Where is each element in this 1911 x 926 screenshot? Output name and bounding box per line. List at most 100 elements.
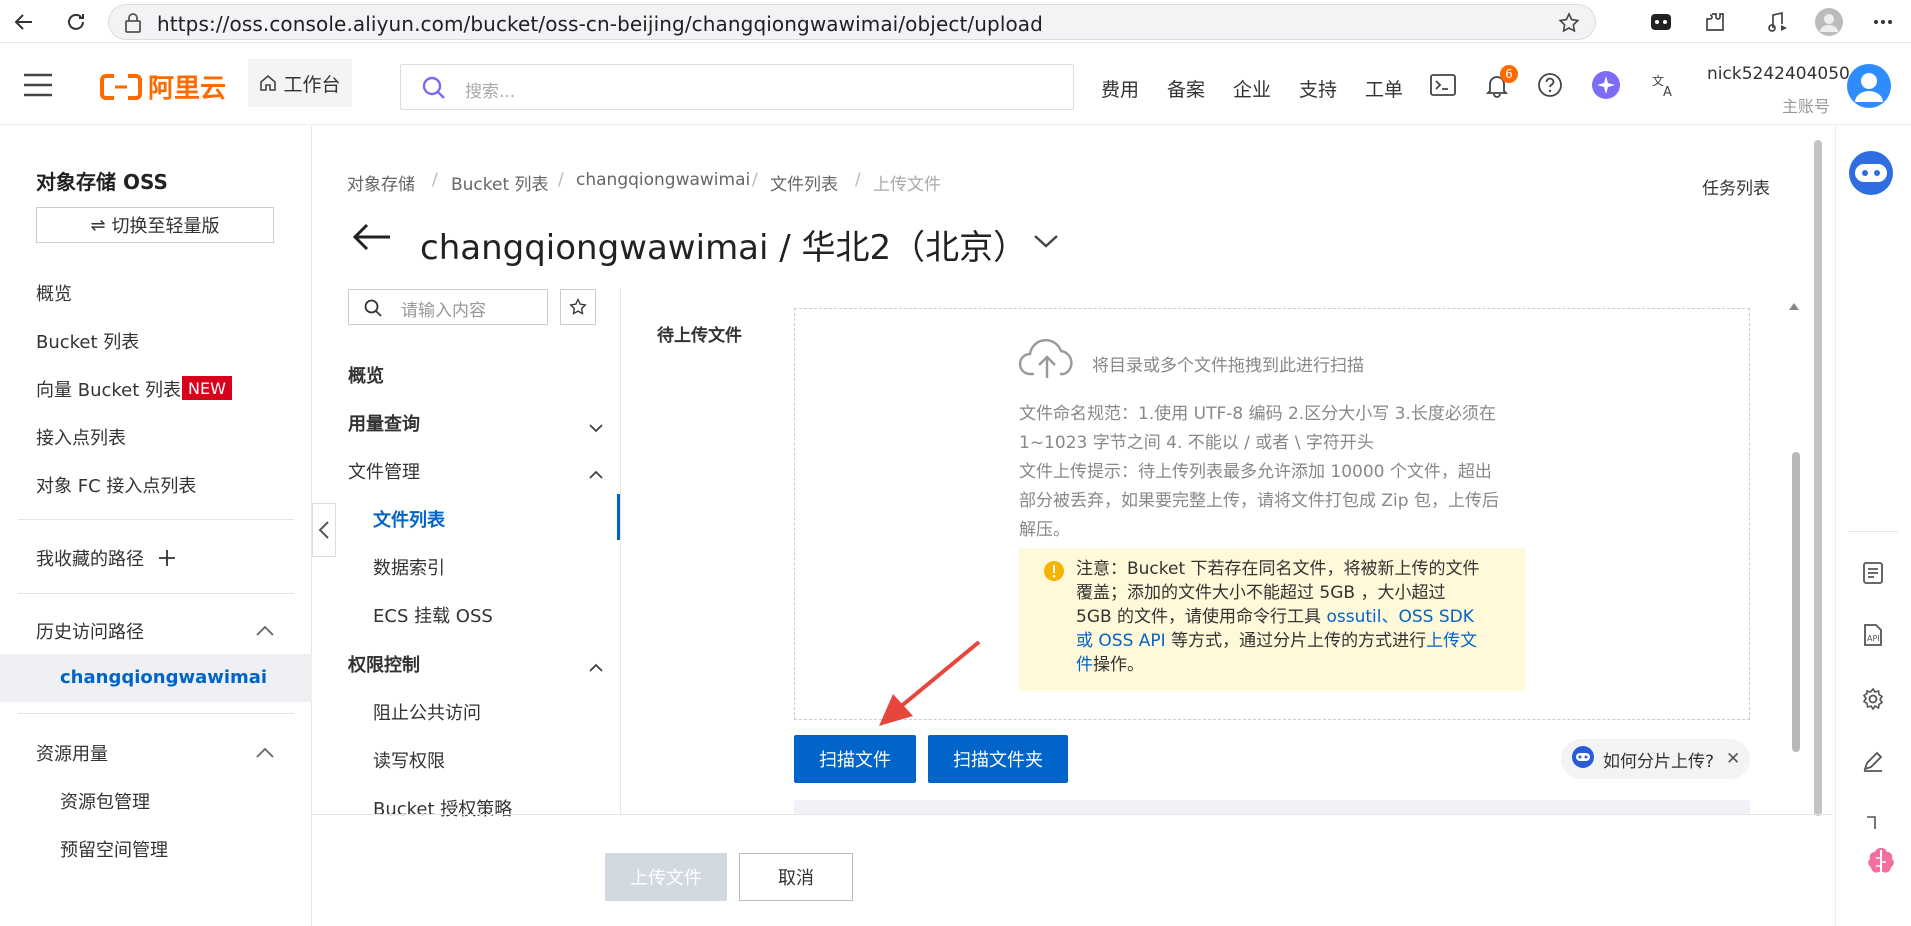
chevron-up-icon[interactable] (588, 465, 604, 485)
breadcrumb-file-list[interactable]: 文件列表 (770, 170, 838, 195)
upload-files-button[interactable]: 上传文件 (605, 853, 727, 901)
assistant-robot-icon[interactable] (1846, 150, 1896, 201)
terminal-icon[interactable] (1430, 74, 1456, 101)
add-favorite-icon[interactable] (157, 548, 177, 573)
media-control-icon[interactable] (1764, 8, 1792, 36)
breadcrumb-bucket-list[interactable]: Bucket 列表 (451, 170, 549, 195)
scan-folder-button[interactable]: 扫描文件夹 (928, 735, 1068, 783)
breadcrumb-oss[interactable]: 对象存储 (347, 170, 415, 195)
language-translate-icon[interactable]: 文A (1651, 72, 1677, 103)
subnav-file-management[interactable]: 文件管理 (348, 458, 420, 484)
scan-files-button[interactable]: 扫描文件 (794, 735, 916, 783)
sidebar-item-bucket-list[interactable]: Bucket 列表 (36, 328, 139, 354)
subnav-data-index[interactable]: 数据索引 (373, 554, 445, 580)
star-icon (569, 297, 587, 315)
help-icon[interactable] (1537, 72, 1563, 103)
warning-box: 注意：Bucket 下若存在同名文件，将被新上传的文件 覆盖；添加的文件大小不能… (1019, 548, 1525, 691)
settings-gear-icon[interactable] (1858, 684, 1888, 714)
ai-brain-icon[interactable] (1864, 844, 1898, 883)
subnav-bucket-policy[interactable]: Bucket 授权策略 (373, 795, 512, 821)
subnav-ecs-mount[interactable]: ECS 挂载 OSS (373, 602, 493, 628)
divider (18, 713, 294, 714)
address-bar[interactable]: https://oss.console.aliyun.com/bucket/os… (108, 4, 1596, 40)
scrollbar-thumb[interactable] (1792, 452, 1800, 752)
user-avatar[interactable] (1847, 64, 1891, 113)
more-menu-icon[interactable] (1869, 8, 1897, 36)
subnav-rw-permission[interactable]: 读写权限 (373, 747, 445, 773)
chevron-left-icon (318, 521, 329, 539)
favorites-label: 我收藏的路径 (36, 549, 144, 570)
pending-files-label: 待上传文件 (657, 326, 742, 346)
workbench-button[interactable]: 工作台 (248, 59, 352, 107)
nav-filing[interactable]: 备案 (1167, 75, 1205, 102)
back-arrow-icon[interactable] (352, 222, 392, 257)
oss-api-link[interactable]: 或 OSS API (1076, 631, 1166, 651)
scroll-up-icon[interactable] (1788, 296, 1800, 316)
cancel-button[interactable]: 取消 (739, 853, 853, 901)
profile-avatar-icon[interactable] (1815, 8, 1843, 36)
back-icon[interactable] (10, 8, 38, 36)
account-type: 主账号 (1782, 97, 1831, 116)
hamburger-menu-icon[interactable] (22, 72, 54, 103)
subnav-overview[interactable]: 概览 (348, 362, 384, 388)
subnav-block-public-access[interactable]: 阻止公共访问 (373, 699, 481, 725)
swap-icon: ⇌ (90, 214, 106, 236)
resource-usage-label[interactable]: 资源用量 (36, 740, 108, 766)
ai-assistant-icon[interactable] (1591, 70, 1621, 105)
sidebar-item-reserved-space[interactable]: 预留空间管理 (60, 836, 168, 862)
subnav-permission[interactable]: 权限控制 (348, 651, 420, 677)
page-title: changqiongwawimai / 华北2（北京） (420, 228, 1028, 268)
username[interactable]: nick5242404050 (1707, 64, 1850, 84)
page-scrollbar[interactable] (1814, 140, 1822, 816)
api-document-icon[interactable]: API (1858, 620, 1888, 650)
left-sidebar: 对象存储 OSS ⇌ 切换至轻量版 概览 Bucket 列表 向量 Bucket… (0, 126, 312, 926)
robot-icon (1571, 745, 1595, 774)
nav-fees[interactable]: 费用 (1101, 75, 1139, 102)
refresh-icon[interactable] (62, 8, 90, 36)
sidebar-item-overview[interactable]: 概览 (36, 280, 72, 306)
oss-sdk-link[interactable]: OSS SDK (1398, 607, 1473, 627)
sidebar-item-vector-bucket[interactable]: 向量 Bucket 列表 (36, 376, 181, 402)
extensions-icon[interactable] (1701, 8, 1729, 36)
chevron-down-icon[interactable] (588, 418, 604, 438)
collapse-sidebar-handle[interactable] (312, 503, 336, 557)
nav-enterprise[interactable]: 企业 (1233, 75, 1271, 102)
extension-app-icon[interactable] (1647, 8, 1675, 36)
subnav-search-input[interactable]: 请输入内容 (348, 289, 548, 325)
nav-tickets[interactable]: 工单 (1365, 75, 1403, 102)
switch-lite-button[interactable]: ⇌ 切换至轻量版 (36, 207, 274, 243)
subnav-usage[interactable]: 用量查询 (348, 410, 420, 436)
multipart-help-chip[interactable]: 如何分片上传? ✕ (1561, 739, 1750, 779)
top-navigation: 阿里云 工作台 搜索... 费用 备案 企业 支持 工单 6 文A nick52… (0, 44, 1911, 125)
page-info-icon[interactable] (123, 12, 143, 39)
chevron-up-icon[interactable] (588, 658, 604, 678)
sidebar-item-resource-package[interactable]: 资源包管理 (60, 788, 150, 814)
ossutil-link[interactable]: ossutil (1326, 607, 1381, 627)
aliyun-logo[interactable]: 阿里云 (100, 68, 226, 105)
close-icon[interactable]: ✕ (1726, 749, 1740, 769)
breadcrumb-bucket[interactable]: changqiongwawimai (576, 170, 750, 190)
chevron-down-icon[interactable] (1033, 233, 1059, 254)
partial-icon[interactable] (1858, 808, 1888, 838)
upload-file-link[interactable]: 上传文 (1426, 631, 1477, 651)
task-list-link[interactable]: 任务列表 (1702, 174, 1770, 199)
sidebar-item-fc-access-points[interactable]: 对象 FC 接入点列表 (36, 472, 196, 498)
history-label[interactable]: 历史访问路径 (36, 618, 144, 644)
upload-file-link-cont[interactable]: 件 (1076, 655, 1093, 675)
home-icon (260, 74, 277, 91)
sidebar-item-access-points[interactable]: 接入点列表 (36, 424, 126, 450)
global-search-input[interactable]: 搜索... (400, 64, 1074, 110)
search-icon (421, 75, 447, 106)
favorite-star-button[interactable] (560, 289, 596, 325)
chevron-up-icon[interactable] (255, 623, 275, 643)
nav-support[interactable]: 支持 (1299, 75, 1337, 102)
star-icon[interactable] (1557, 11, 1581, 40)
edit-pen-icon[interactable] (1858, 746, 1888, 776)
subnav-file-list[interactable]: 文件列表 (373, 506, 445, 532)
history-item-bucket[interactable]: changqiongwawimai (60, 667, 267, 688)
subnav-divider (620, 289, 621, 814)
browser-toolbar: https://oss.console.aliyun.com/bucket/os… (0, 0, 1911, 43)
search-icon (363, 298, 383, 323)
document-icon[interactable] (1858, 558, 1888, 588)
chevron-up-icon[interactable] (255, 745, 275, 765)
